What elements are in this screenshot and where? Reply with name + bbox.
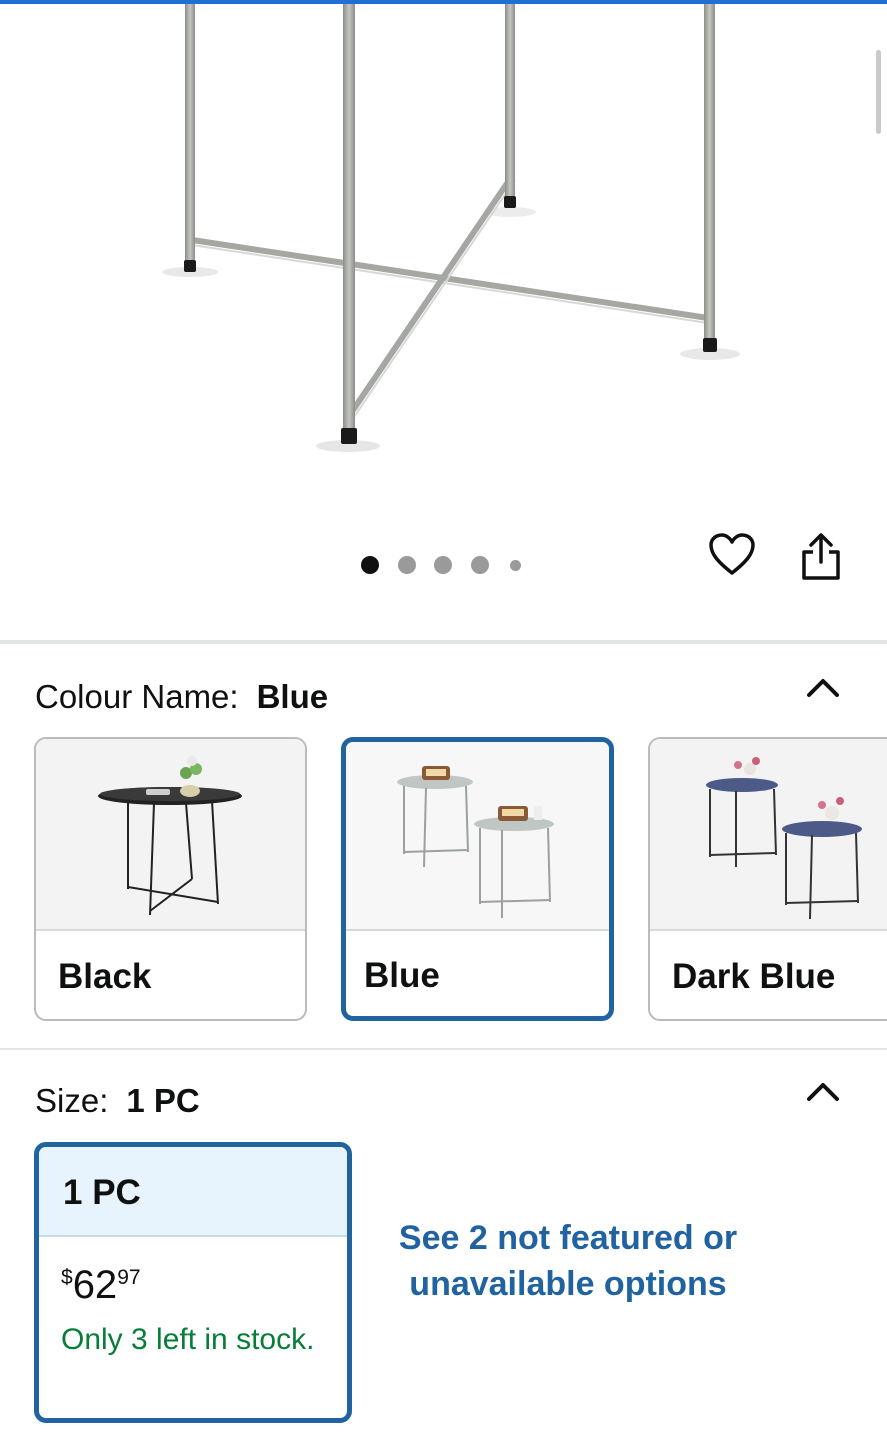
colour-label-text: Colour Name:: [35, 678, 239, 715]
price-whole: 62: [72, 1263, 118, 1307]
section-divider: [0, 1048, 887, 1050]
heart-icon: [709, 533, 755, 575]
product-image[interactable]: [0, 4, 887, 640]
dark-blue-table-thumbnail: [706, 757, 862, 920]
share-button[interactable]: [799, 532, 855, 588]
carousel-indicator[interactable]: [360, 556, 530, 574]
colour-selected-value: Blue: [256, 678, 329, 715]
size-label: Size: 1 PC: [35, 1082, 200, 1120]
size-option-header: 1 PC: [39, 1147, 347, 1237]
stock-status: Only 3 left in stock.: [61, 1323, 315, 1356]
carousel-dot-2[interactable]: [398, 556, 416, 574]
carousel-dot-5[interactable]: [510, 560, 521, 571]
chevron-up-icon[interactable]: [803, 672, 843, 702]
swatch-image: [650, 739, 887, 931]
section-divider: [0, 640, 887, 644]
colour-label: Colour Name: Blue: [35, 678, 328, 716]
share-icon: [802, 533, 840, 580]
size-option-1pc[interactable]: 1 PC $6297 Only 3 left in stock.: [34, 1142, 352, 1423]
swatch-label: Blue: [364, 956, 440, 995]
black-table-thumbnail: [98, 756, 242, 916]
see-unavailable-options-link[interactable]: See 2 not featured or unavailable option…: [390, 1215, 746, 1307]
colour-option-black[interactable]: Black: [34, 737, 307, 1021]
price-currency: $: [61, 1266, 73, 1289]
swatch-image: [36, 739, 305, 931]
blue-table-thumbnail: [397, 766, 554, 918]
chevron-up-icon[interactable]: [803, 1076, 843, 1106]
carousel-dot-3[interactable]: [434, 556, 452, 574]
price-fraction: 97: [117, 1266, 141, 1289]
price: $6297: [61, 1263, 141, 1308]
swatch-label: Black: [58, 957, 152, 996]
carousel-dot-1[interactable]: [361, 556, 379, 574]
colour-option-blue[interactable]: Blue: [341, 737, 614, 1021]
wishlist-button[interactable]: [708, 532, 764, 588]
scrollbar[interactable]: [876, 50, 881, 134]
carousel-dot-4[interactable]: [471, 556, 489, 574]
swatch-label: Dark Blue: [672, 957, 836, 996]
size-label-text: Size:: [35, 1082, 109, 1119]
size-selected-value: 1 PC: [126, 1082, 200, 1119]
colour-option-dark-blue[interactable]: Dark Blue: [648, 737, 887, 1021]
swatch-image: [346, 742, 609, 931]
size-option-name: 1 PC: [63, 1173, 141, 1212]
